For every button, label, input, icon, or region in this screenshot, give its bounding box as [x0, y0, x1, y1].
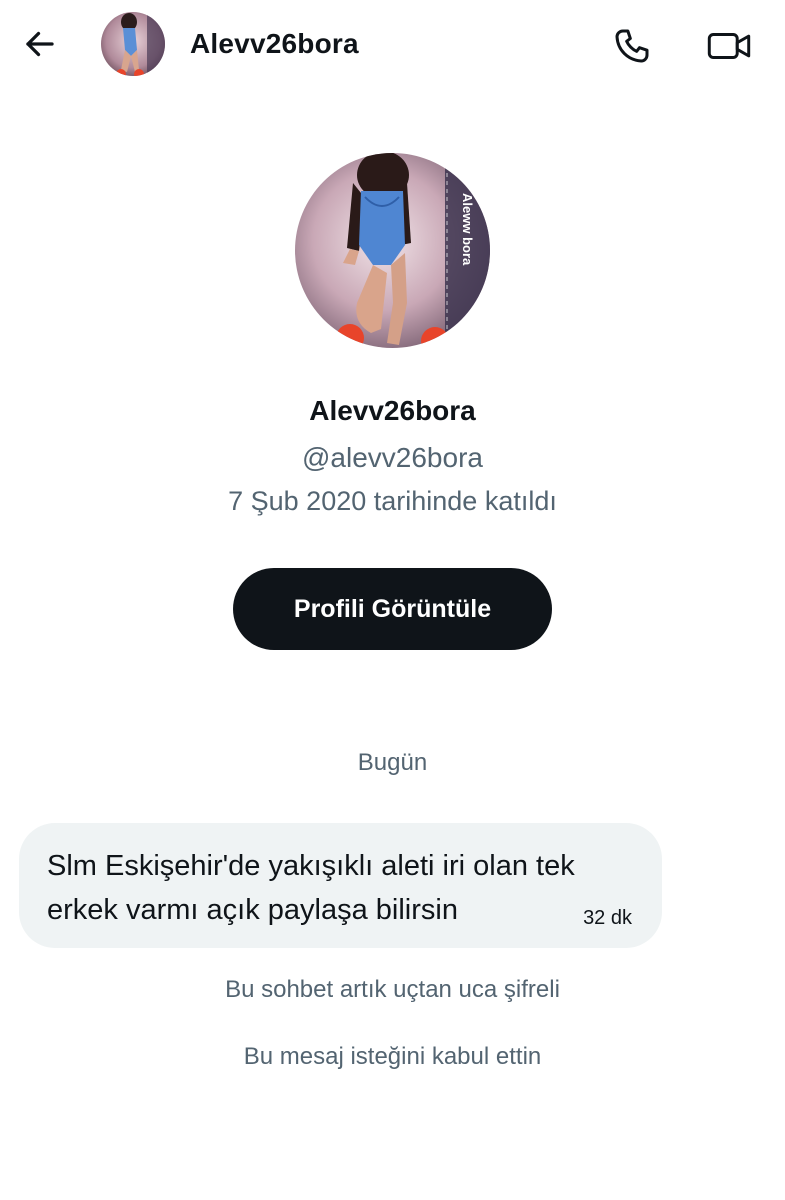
message-bubble[interactable]: Slm Eskişehir'de yakışıklı aleti iri ola…: [19, 823, 662, 948]
top-bar: Alevv26bora: [0, 0, 785, 92]
message-timestamp: 32 dk: [583, 907, 632, 929]
profile-avatar[interactable]: Aleww bora: [295, 153, 490, 348]
video-camera-icon: [707, 33, 751, 59]
profile-display-name: Alevv26bora: [309, 395, 476, 426]
message-text: Slm Eskişehir'de yakışıklı aleti iri ola…: [47, 850, 575, 926]
video-call-button[interactable]: [702, 22, 756, 70]
date-separator: Bugün: [357, 749, 428, 776]
phone-icon: [615, 29, 649, 63]
avatar-image: [101, 12, 165, 76]
profile-joined-date: 7 Şub 2020 tarihinde katıldı: [228, 486, 557, 516]
back-button[interactable]: [18, 22, 62, 66]
view-profile-button[interactable]: Profili Görüntüle: [233, 568, 552, 650]
header-avatar[interactable]: [101, 12, 165, 76]
header-username[interactable]: Alevv26bora: [190, 28, 359, 60]
request-accepted-notice: Bu mesaj isteğini kabul ettin: [243, 1043, 542, 1070]
arrow-left-icon: [26, 31, 54, 57]
voice-call-button[interactable]: [608, 22, 656, 70]
encryption-notice: Bu sohbet artık uçtan uca şifreli: [225, 976, 560, 1003]
profile-photo: Aleww bora: [295, 153, 490, 348]
avatar-watermark: Aleww bora: [460, 193, 475, 266]
profile-handle: @alevv26bora: [302, 442, 483, 473]
